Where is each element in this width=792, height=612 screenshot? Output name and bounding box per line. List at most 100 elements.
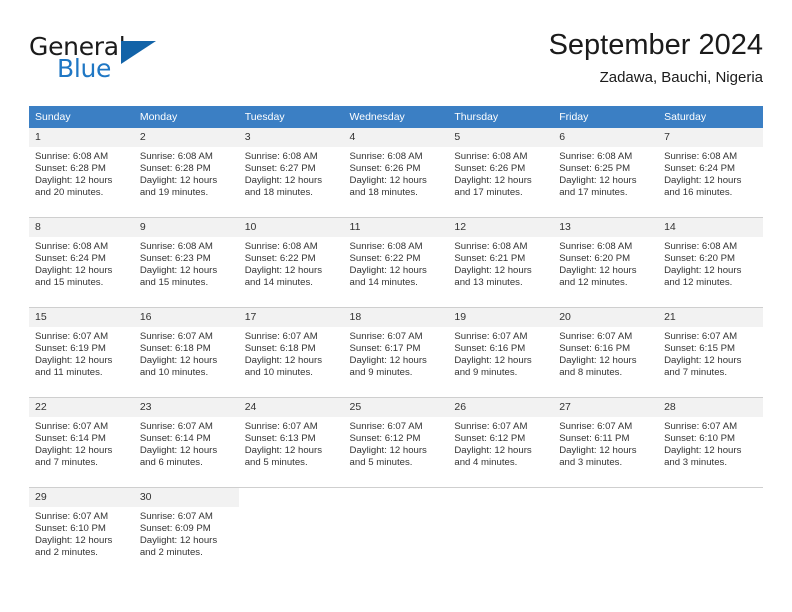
calendar-day-cell[interactable]: 28 Sunrise: 6:07 AM Sunset: 6:10 PM Dayligh… — [658, 397, 763, 488]
day-detail-daylight-2: and 9 minutes. — [454, 367, 518, 379]
calendar-day-cell[interactable]: 25 Sunrise: 6:07 AM Sunset: 6:12 PM Dayligh… — [343, 397, 449, 488]
day-number: 3 — [238, 128, 344, 147]
day-number: 25 — [343, 398, 449, 417]
calendar-day-cell[interactable]: 6 Sunrise: 6:08 AM Sunset: 6:25 PM Daylight… — [553, 128, 659, 218]
day-number: 26 — [448, 398, 554, 417]
day-detail-sunrise: Sunrise: 6:07 AM — [139, 511, 213, 522]
calendar-day-cell[interactable]: 17 Sunrise: 6:07 AM Sunset: 6:18 PM Dayligh… — [238, 307, 344, 398]
calendar-day-cell[interactable]: 4 Sunrise: 6:08 AM Sunset: 6:26 PM Daylight… — [343, 128, 449, 218]
calendar-day-cell[interactable]: 18 Sunrise: 6:07 AM Sunset: 6:17 PM Dayligh… — [343, 307, 449, 398]
day-number: 2 — [133, 128, 239, 147]
calendar-day-cell[interactable]: 27 Sunrise: 6:07 AM Sunset: 6:11 PM Dayligh… — [553, 397, 659, 488]
calendar-empty-cell — [553, 487, 659, 577]
calendar-page: General Blue September 2024 Zadawa, Bauc… — [0, 0, 792, 612]
day-detail-sunset: Sunset: 6:13 PM — [244, 433, 316, 445]
day-number: 4 — [343, 128, 449, 147]
day-detail-sunset: Sunset: 6:23 PM — [139, 253, 211, 265]
calendar-day-cell[interactable]: 5 Sunrise: 6:08 AM Sunset: 6:26 PM Daylight… — [448, 128, 554, 218]
weekday-header-sunday: Sunday — [29, 106, 134, 128]
day-detail-sunrise: Sunrise: 6:08 AM — [35, 151, 109, 162]
day-detail-sunset: Sunset: 6:24 PM — [35, 253, 106, 265]
calendar-day-cell[interactable]: 1 Sunrise: 6:08 AM Sunset: 6:28 PM Daylight… — [29, 128, 134, 218]
calendar-day-cell[interactable]: 12 Sunrise: 6:08 AM Sunset: 6:21 PM Dayligh… — [448, 217, 554, 308]
calendar-day-cell[interactable]: 26 Sunrise: 6:07 AM Sunset: 6:12 PM Dayligh… — [448, 397, 554, 488]
calendar-day-cell[interactable]: 23 Sunrise: 6:07 AM Sunset: 6:14 PM Dayligh… — [133, 397, 239, 488]
day-number: 8 — [29, 218, 134, 237]
day-detail-sunrise: Sunrise: 6:08 AM — [349, 241, 423, 252]
day-details: Sunrise: 6:07 AM Sunset: 6:10 PM Daylight:… — [29, 507, 134, 559]
day-detail-sunset: Sunset: 6:18 PM — [139, 343, 211, 355]
day-details: Sunrise: 6:08 AM Sunset: 6:25 PM Daylight:… — [553, 147, 658, 199]
calendar-day-cell[interactable]: 19 Sunrise: 6:07 AM Sunset: 6:16 PM Dayligh… — [448, 307, 554, 398]
day-detail-sunset: Sunset: 6:16 PM — [454, 343, 526, 355]
day-detail-sunset: Sunset: 6:27 PM — [244, 163, 316, 175]
day-cell-content: 26 Sunrise: 6:07 AM Sunset: 6:12 PM Dayligh… — [448, 398, 554, 487]
day-detail-daylight-2: and 5 minutes. — [244, 457, 308, 469]
weekday-header-friday: Friday — [553, 106, 659, 128]
day-detail-daylight-1: Daylight: 12 hours — [139, 445, 218, 457]
day-details: Sunrise: 6:07 AM Sunset: 6:15 PM Daylight:… — [658, 327, 763, 379]
calendar-day-cell[interactable]: 30 Sunrise: 6:07 AM Sunset: 6:09 PM Dayligh… — [133, 487, 239, 577]
day-number: 13 — [553, 218, 659, 237]
calendar-day-cell[interactable]: 20 Sunrise: 6:07 AM Sunset: 6:16 PM Dayligh… — [553, 307, 659, 398]
day-detail-daylight-1: Daylight: 12 hours — [349, 265, 427, 277]
calendar-day-cell[interactable]: 14 Sunrise: 6:08 AM Sunset: 6:20 PM Dayligh… — [658, 217, 763, 308]
day-details: Sunrise: 6:08 AM Sunset: 6:24 PM Daylight:… — [658, 147, 763, 199]
day-detail-daylight-2: and 7 minutes. — [664, 367, 727, 379]
calendar-week-row: 8 Sunrise: 6:08 AM Sunset: 6:24 PM Daylight… — [29, 217, 763, 308]
weekday-header-tuesday: Tuesday — [238, 106, 344, 128]
day-details: Sunrise: 6:07 AM Sunset: 6:14 PM Daylight:… — [29, 417, 134, 469]
calendar-day-cell[interactable]: 8 Sunrise: 6:08 AM Sunset: 6:24 PM Daylight… — [29, 217, 134, 308]
day-cell-content — [658, 488, 763, 577]
day-detail-daylight-1: Daylight: 12 hours — [244, 265, 323, 277]
day-detail-sunset: Sunset: 6:24 PM — [664, 163, 735, 175]
calendar-day-cell[interactable]: 15 Sunrise: 6:07 AM Sunset: 6:19 PM Dayligh… — [29, 307, 134, 398]
day-detail-sunrise: Sunrise: 6:07 AM — [349, 421, 423, 432]
day-cell-content: 14 Sunrise: 6:08 AM Sunset: 6:20 PM Dayligh… — [658, 218, 763, 307]
calendar-empty-cell — [343, 487, 449, 577]
day-detail-daylight-2: and 19 minutes. — [139, 187, 209, 199]
day-detail-daylight-2: and 9 minutes. — [349, 367, 413, 379]
calendar-day-cell[interactable]: 2 Sunrise: 6:08 AM Sunset: 6:28 PM Daylight… — [133, 128, 239, 218]
day-number: 27 — [553, 398, 659, 417]
calendar-day-cell[interactable]: 7 Sunrise: 6:08 AM Sunset: 6:24 PM Daylight… — [658, 128, 763, 218]
day-detail-daylight-2: and 20 minutes. — [35, 187, 104, 199]
calendar-week-row: 15 Sunrise: 6:07 AM Sunset: 6:19 PM Dayligh… — [29, 307, 763, 398]
calendar-day-cell[interactable]: 22 Sunrise: 6:07 AM Sunset: 6:14 PM Dayligh… — [29, 397, 134, 488]
day-detail-daylight-2: and 15 minutes. — [139, 277, 209, 289]
calendar-day-cell[interactable]: 10 Sunrise: 6:08 AM Sunset: 6:22 PM Dayligh… — [238, 217, 344, 308]
day-detail-sunrise: Sunrise: 6:07 AM — [559, 421, 633, 432]
day-detail-daylight-1: Daylight: 12 hours — [454, 265, 532, 277]
day-detail-sunrise: Sunrise: 6:07 AM — [349, 331, 423, 342]
day-detail-daylight-1: Daylight: 12 hours — [35, 355, 113, 367]
day-cell-content — [239, 488, 344, 577]
day-detail-daylight-2: and 2 minutes. — [139, 547, 203, 559]
day-detail-sunset: Sunset: 6:16 PM — [559, 343, 631, 355]
day-detail-sunrise: Sunrise: 6:08 AM — [559, 241, 633, 252]
calendar-day-cell[interactable]: 3 Sunrise: 6:08 AM Sunset: 6:27 PM Daylight… — [238, 128, 344, 218]
day-cell-content: 16 Sunrise: 6:07 AM Sunset: 6:18 PM Dayligh… — [133, 308, 239, 397]
day-number — [448, 488, 553, 507]
day-cell-content: 30 Sunrise: 6:07 AM Sunset: 6:09 PM Dayligh… — [133, 488, 239, 577]
generalblue-logo[interactable]: General Blue — [29, 32, 219, 88]
calendar-day-cell[interactable]: 29 Sunrise: 6:07 AM Sunset: 6:10 PM Dayligh… — [29, 487, 134, 577]
day-detail-sunrise: Sunrise: 6:07 AM — [139, 331, 213, 342]
calendar-day-cell[interactable]: 9 Sunrise: 6:08 AM Sunset: 6:23 PM Daylight… — [133, 217, 239, 308]
day-details: Sunrise: 6:07 AM Sunset: 6:11 PM Daylight:… — [553, 417, 658, 469]
calendar-day-cell[interactable]: 13 Sunrise: 6:08 AM Sunset: 6:20 PM Dayligh… — [553, 217, 659, 308]
day-detail-daylight-2: and 4 minutes. — [454, 457, 518, 469]
day-detail-sunrise: Sunrise: 6:07 AM — [454, 421, 528, 432]
day-detail-daylight-1: Daylight: 12 hours — [664, 175, 742, 187]
calendar-day-cell[interactable]: 24 Sunrise: 6:07 AM Sunset: 6:13 PM Dayligh… — [238, 397, 344, 488]
day-cell-content: 20 Sunrise: 6:07 AM Sunset: 6:16 PM Dayligh… — [553, 308, 659, 397]
day-detail-daylight-2: and 12 minutes. — [664, 277, 733, 289]
day-detail-sunset: Sunset: 6:28 PM — [35, 163, 106, 175]
day-cell-content: 22 Sunrise: 6:07 AM Sunset: 6:14 PM Dayligh… — [29, 398, 134, 487]
calendar-day-cell[interactable]: 11 Sunrise: 6:08 AM Sunset: 6:22 PM Dayligh… — [343, 217, 449, 308]
day-detail-daylight-1: Daylight: 12 hours — [349, 175, 427, 187]
day-detail-sunrise: Sunrise: 6:07 AM — [35, 331, 109, 342]
day-cell-content: 6 Sunrise: 6:08 AM Sunset: 6:25 PM Daylight… — [553, 128, 659, 217]
day-number: 12 — [448, 218, 554, 237]
calendar-day-cell[interactable]: 21 Sunrise: 6:07 AM Sunset: 6:15 PM Dayligh… — [658, 307, 763, 398]
calendar-day-cell[interactable]: 16 Sunrise: 6:07 AM Sunset: 6:18 PM Dayligh… — [133, 307, 239, 398]
